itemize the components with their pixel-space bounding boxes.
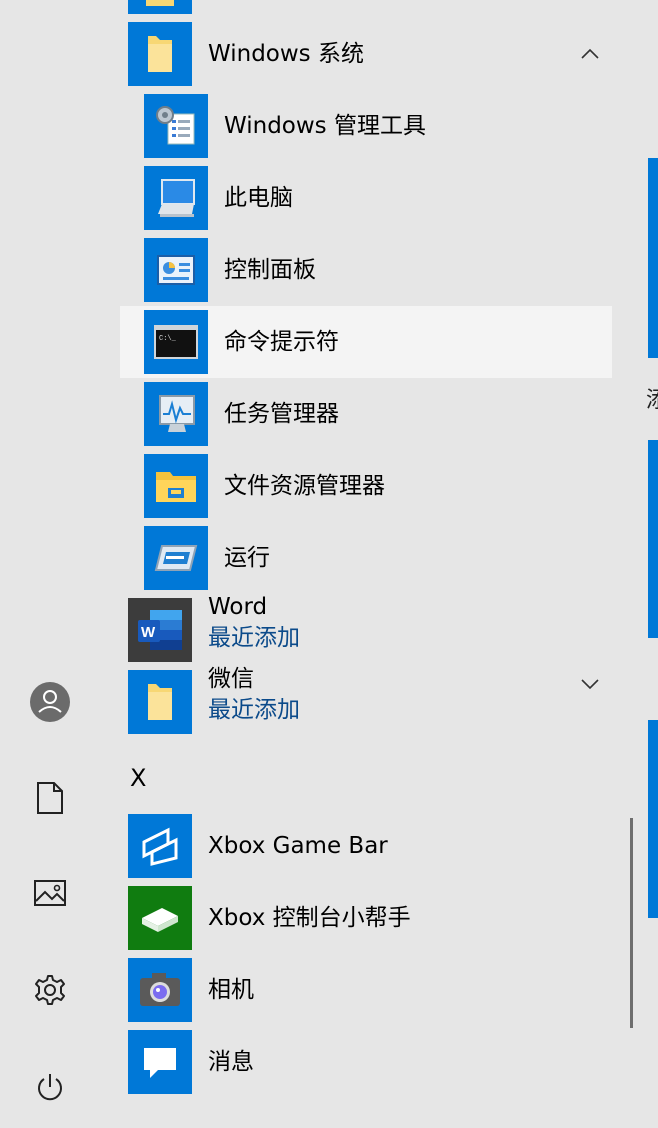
app-list: Windows 系统 Windows 管理工具 此电脑 控制面板 C:\_ 命令… [100,0,625,1128]
file-explorer-tile [144,454,208,518]
word-icon: W [138,610,182,650]
app-list-scrollbar[interactable] [630,818,633,1028]
group-label: 微信 [208,666,254,692]
app-windows-admin-tools[interactable]: Windows 管理工具 [120,90,612,162]
pictures-button[interactable] [25,868,75,918]
pinned-tile-edge[interactable] [648,158,658,358]
power-button[interactable] [25,1062,75,1112]
app-run[interactable]: 运行 [120,522,612,594]
this-pc-tile [144,166,208,230]
app-xbox-game-bar[interactable]: Xbox Game Bar [120,810,612,882]
task-manager-icon [159,395,195,432]
chevron-down-icon[interactable] [578,672,602,696]
folder-icon [148,36,172,72]
app-label: Xbox Game Bar [208,833,388,859]
svg-text:W: W [141,624,156,641]
app-camera[interactable]: 相机 [120,954,612,1026]
app-label: 运行 [224,545,270,571]
camera-tile [128,958,192,1022]
pinned-tile-edge[interactable] [648,720,658,918]
admin-tools-icon [156,106,195,145]
svg-text:C:\_: C:\_ [159,335,177,343]
app-command-prompt[interactable]: C:\_ 命令提示符 [120,306,612,378]
app-file-explorer[interactable]: 文件资源管理器 [120,450,612,522]
app-label: 文件资源管理器 [224,473,385,499]
wechat-tile [128,670,192,734]
section-header-x[interactable]: X [130,764,146,792]
recently-added-label: 最近添加 [208,697,300,723]
camera-icon [140,973,180,1006]
app-this-pc[interactable]: 此电脑 [120,162,612,234]
messaging-tile [128,1030,192,1094]
settings-gear-icon [35,975,65,1005]
group-windows-system[interactable]: Windows 系统 [120,18,612,90]
app-label: 相机 [208,977,254,1003]
run-icon [154,545,198,571]
xbox-game-bar-tile [128,814,192,878]
pinned-tile-edge[interactable] [648,440,658,638]
command-prompt-icon: C:\_ [154,325,198,359]
windows-system-tile [128,22,192,86]
app-label: Windows 管理工具 [224,113,426,139]
user-avatar-icon [30,682,70,722]
control-panel-tile [144,238,208,302]
xbox-game-bar-icon [142,827,178,866]
app-label: 此电脑 [224,185,293,211]
xbox-console-tile [128,886,192,950]
tile-group-title-edge: 添 [646,388,658,413]
command-prompt-tile: C:\_ [144,310,208,374]
this-pc-icon [158,179,195,217]
documents-button[interactable] [25,773,75,823]
app-task-manager[interactable]: 任务管理器 [120,378,612,450]
task-manager-tile [144,382,208,446]
recently-added-label: 最近添加 [208,625,300,651]
app-messaging[interactable]: 消息 [120,1026,612,1098]
folder-icon [148,684,172,720]
app-label: 消息 [208,1049,254,1075]
word-tile: W [128,598,192,662]
app-control-panel[interactable]: 控制面板 [120,234,612,306]
file-explorer-icon [156,472,196,502]
start-left-rail [0,0,100,1128]
group-label: Windows 系统 [208,41,364,67]
group-wechat[interactable]: 微信 最近添加 [120,666,612,738]
user-account-button[interactable] [25,677,75,727]
app-word[interactable]: W Word 最近添加 [120,594,612,666]
app-label: 任务管理器 [224,401,339,427]
pictures-icon [34,880,66,906]
app-label: Word [208,594,268,620]
app-label: Xbox 控制台小帮手 [208,905,411,931]
run-tile [144,526,208,590]
app-label: 控制面板 [224,257,316,283]
document-icon [37,782,63,814]
control-panel-icon [157,255,195,285]
admin-tools-tile [144,94,208,158]
app-label: 命令提示符 [224,329,339,355]
app-xbox-console-companion[interactable]: Xbox 控制台小帮手 [120,882,612,954]
xbox-console-icon [142,908,178,932]
chevron-up-icon[interactable] [578,42,602,66]
messaging-icon [144,1048,176,1078]
previous-app-tile[interactable] [128,0,192,14]
settings-button[interactable] [25,965,75,1015]
power-icon [38,1074,62,1101]
